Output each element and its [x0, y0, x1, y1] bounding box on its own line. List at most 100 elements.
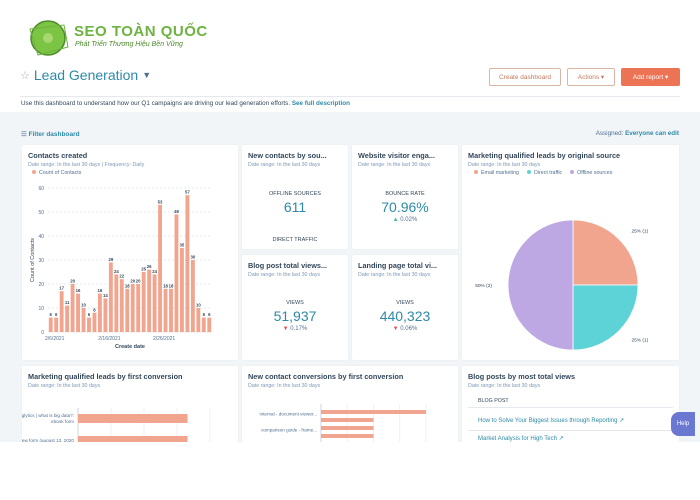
assigned-label: Assigned: — [595, 130, 624, 137]
star-icon[interactable]: ☆ — [20, 69, 30, 82]
filter-label: Filter dashboard — [28, 131, 80, 138]
blog-post-link[interactable]: How to Solve Your Biggest Issues through… — [478, 417, 624, 424]
filter-icon: ☰ — [21, 131, 27, 138]
bar — [59, 291, 64, 332]
pie-data-label: 50% (2) — [475, 283, 492, 289]
triangle-up-icon: ▲ — [392, 217, 399, 223]
card-title: Blog posts by most total views — [468, 372, 576, 381]
kpi-value: 611 — [283, 199, 307, 215]
website-visitor-card: Website visitor enga... Date range: In t… — [352, 145, 458, 249]
card-title: Landing page total vi... — [358, 261, 438, 270]
bar-data-label: 10 — [81, 303, 86, 308]
change-value: 0.02% — [400, 217, 418, 223]
x-tick-label: 2/6/2021 — [45, 336, 65, 342]
pie-slice — [572, 284, 639, 351]
pie-slice — [572, 219, 639, 286]
pie-data-label: 25% (1) — [631, 337, 648, 343]
row-divider — [468, 430, 673, 431]
logo-globe-icon — [29, 20, 69, 56]
pie-chart: 25% (1) 25% (1) 50% (2) — [475, 219, 649, 351]
mql-conversion-bar-chart: biglytics | what is big data?:ebook form… — [22, 408, 211, 442]
bar — [76, 293, 80, 332]
card-date-range: Date range: In the last 30 days — [358, 272, 431, 278]
y-tick-label: 10 — [38, 306, 44, 312]
y-axis-label: Count of Contacts — [30, 238, 36, 282]
bar — [108, 262, 113, 332]
contact-conversion-card: New contact conversions by first convers… — [242, 366, 458, 442]
triangle-down-icon: ▼ — [282, 326, 289, 332]
bar — [158, 204, 162, 332]
create-dashboard-button[interactable]: Create dashboard — [489, 68, 561, 86]
bar — [92, 312, 97, 332]
logo-tagline: Phát Triển Thương Hiệu Bền Vững — [75, 41, 183, 48]
bar — [141, 272, 146, 332]
kpi-value: 51,937 — [273, 308, 317, 324]
kpi-label: VIEWS — [286, 300, 304, 306]
card-title: Blog post total views... — [248, 261, 328, 270]
table-header: BLOG POST — [468, 394, 673, 408]
filter-dashboard-button[interactable]: ☰ Filter dashboard — [21, 130, 80, 138]
bar-data-label: 29 — [108, 257, 113, 262]
dashboard-description: Use this dashboard to understand how our… — [21, 100, 350, 107]
bar-data-label: 20 — [70, 279, 75, 284]
blog-post-link[interactable]: Market Analysis for High Tech ↗ — [478, 435, 564, 442]
bar — [114, 274, 119, 332]
bar-data-label: 6 — [203, 312, 206, 317]
bar-data-label: 6 — [88, 312, 91, 317]
bar — [70, 284, 75, 332]
bar — [130, 284, 135, 332]
add-report-button[interactable]: Add report ▾ — [621, 68, 680, 86]
chevron-down-icon[interactable]: ▼ — [142, 70, 151, 80]
kpi-label: VIEWS — [396, 300, 414, 306]
y-tick-label: 0 — [41, 330, 44, 336]
card-title: Website visitor enga... — [358, 151, 435, 160]
triangle-down-icon: ▼ — [392, 326, 399, 332]
bar — [152, 274, 157, 332]
bar — [81, 308, 86, 332]
card-date-range: Date range: In the last 30 days — [248, 272, 321, 278]
kpi-label: OFFLINE SOURCES — [269, 191, 321, 197]
card-date-range: Date range: In the last 30 days — [248, 162, 321, 168]
y-tick-label: 40 — [38, 234, 44, 240]
assigned: Assigned: Everyone can edit — [596, 130, 679, 137]
bar-data-label: 8 — [93, 307, 96, 312]
kpi-change: ▲ 0.02% — [352, 217, 458, 223]
bar-data-label: 35 — [180, 243, 185, 248]
bar — [136, 284, 141, 332]
bar-data-label: 49 — [174, 209, 179, 214]
bar-data-label: 6 — [208, 312, 211, 317]
bar-data-label: 14 — [103, 293, 108, 298]
kpi-label: BOUNCE RATE — [385, 191, 425, 197]
bar-data-label: 17 — [59, 286, 64, 291]
mql-by-source-card: Marketing qualified leads by original so… — [462, 145, 679, 360]
blog-posts-card: Blog posts by most total views Date rang… — [462, 366, 679, 442]
bar — [196, 308, 201, 332]
bar-data-label: 18 — [125, 283, 130, 288]
dashboard-title[interactable]: ☆ Lead Generation ▼ — [20, 67, 151, 83]
y-tick-label: 30 — [38, 258, 44, 264]
bar-data-label: 24 — [152, 269, 157, 274]
bar-data-label: 30 — [190, 255, 195, 260]
actions-button[interactable]: Actions ▾ — [567, 68, 615, 86]
blog-post-views-card: Blog post total views... Date range: In … — [242, 255, 348, 360]
bar — [180, 248, 184, 332]
bar — [321, 434, 374, 438]
see-full-description-link[interactable]: See full description — [292, 100, 350, 107]
x-tick-label: 2/26/2021 — [153, 336, 175, 342]
bar — [207, 317, 212, 332]
bar-data-label: 20 — [136, 279, 141, 284]
bar — [147, 269, 152, 332]
bar-data-label: 11 — [65, 300, 70, 305]
bar — [54, 317, 59, 332]
change-value: 0.06% — [400, 326, 418, 332]
y-tick-label: 60 — [38, 186, 44, 192]
contact-conversion-bar-chart: internal - document viewer... comparison … — [260, 404, 427, 442]
bar — [65, 305, 70, 332]
bar-data-label: 6 — [50, 312, 53, 317]
bar-category-label: internal - document viewer... — [260, 412, 317, 417]
card-date-range: Date range: In the last 30 days — [468, 383, 541, 389]
logo-name: SEO TOÀN QUỐC — [74, 23, 208, 40]
bar — [201, 317, 206, 332]
help-button[interactable]: Help — [671, 412, 695, 436]
assigned-value-link[interactable]: Everyone can edit — [625, 130, 679, 137]
